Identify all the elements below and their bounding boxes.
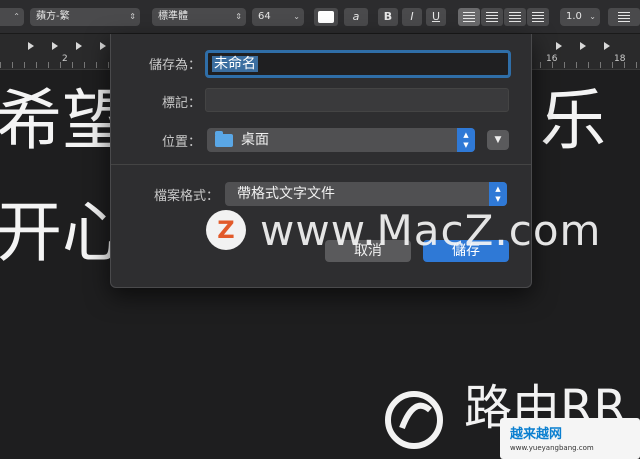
chevron-down-icon: ⌄ xyxy=(293,12,300,21)
location-select[interactable]: 桌面 ▲ ▼ xyxy=(207,128,475,152)
folder-icon xyxy=(215,131,233,147)
tab-stop-marker[interactable] xyxy=(28,42,34,50)
filename-field[interactable]: 未命名 xyxy=(205,50,511,78)
divider xyxy=(111,164,531,165)
site-badge-url: www.yueyangbang.com xyxy=(510,444,594,452)
text-highlight-icon: a xyxy=(352,10,360,23)
macz-logo-letter: Z xyxy=(217,216,235,244)
text-color-well[interactable] xyxy=(314,8,338,26)
location-value: 桌面 xyxy=(241,132,269,148)
font-style-label: 標準體 xyxy=(158,11,188,22)
document-text-line1-right: 乐 xyxy=(540,82,606,159)
chevron-updown-icon: ▲ ▼ xyxy=(489,182,507,206)
expand-dialog-button[interactable]: ▼ xyxy=(487,130,509,150)
bold-button[interactable]: B xyxy=(378,8,398,26)
line-spacing-select[interactable]: 1.0 ⌄ xyxy=(560,8,600,26)
chevron-updown-icon: ▲ ▼ xyxy=(457,128,475,152)
tab-stop-marker[interactable] xyxy=(100,42,106,50)
chevron-down-icon: ⌃ xyxy=(13,12,20,21)
watermark-text: www.MacZ.com xyxy=(260,206,602,255)
tab-stop-marker[interactable] xyxy=(52,42,58,50)
line-spacing-value: 1.0 xyxy=(566,11,582,22)
site-badge: 越来越网 www.yueyangbang.com xyxy=(500,418,640,459)
macz-logo: Z xyxy=(206,210,246,250)
align-left-icon xyxy=(463,12,475,22)
color-swatch xyxy=(318,11,334,23)
file-format-select[interactable]: 帶格式文字文件 ▲ ▼ xyxy=(225,182,507,206)
align-right-button[interactable] xyxy=(504,8,526,26)
save-as-label: 儲存為： xyxy=(148,58,201,73)
chevron-updown-icon: ⇕ xyxy=(235,12,242,21)
file-format-value: 帶格式文字文件 xyxy=(237,186,335,202)
align-left-button[interactable] xyxy=(458,8,480,26)
tab-stop-marker[interactable] xyxy=(76,42,82,50)
justify-button[interactable] xyxy=(527,8,549,26)
align-right-icon xyxy=(509,12,521,22)
tags-field[interactable] xyxy=(205,88,509,112)
font-family-select[interactable]: 蘋方-繁 ⇕ xyxy=(30,8,140,26)
justify-icon xyxy=(532,12,544,22)
font-size-combo[interactable]: 64 ⌄ xyxy=(252,8,304,26)
chevron-down-icon: ▼ xyxy=(494,135,502,145)
chevron-down-icon: ⌄ xyxy=(589,12,596,21)
location-label: 位置： xyxy=(161,135,201,150)
align-center-icon xyxy=(486,12,498,22)
tab-stop-marker[interactable] xyxy=(556,42,562,50)
list-style-button[interactable] xyxy=(608,8,640,26)
paragraph-style-select[interactable]: ⌃ xyxy=(0,8,24,26)
font-size-value: 64 xyxy=(258,11,271,22)
font-family-label: 蘋方-繁 xyxy=(36,11,70,22)
document-text-line1-left: 希望 xyxy=(0,82,128,159)
format-toolbar: ⌃ 蘋方-繁 ⇕ 標準體 ⇕ 64 ⌄ a B I U 1.0 ⌄ xyxy=(0,0,640,34)
list-icon xyxy=(618,12,630,22)
site-badge-title: 越来越网 xyxy=(510,427,563,442)
format-label: 檔案格式： xyxy=(153,189,219,204)
align-center-button[interactable] xyxy=(481,8,503,26)
filename-value: 未命名 xyxy=(212,56,258,72)
tags-label: 標記： xyxy=(161,96,201,111)
tab-stop-marker[interactable] xyxy=(604,42,610,50)
underline-button[interactable]: U xyxy=(426,8,446,26)
font-style-select[interactable]: 標準體 ⇕ xyxy=(152,8,246,26)
italic-button[interactable]: I xyxy=(402,8,422,26)
highlight-color-button[interactable]: a xyxy=(344,8,368,26)
chevron-updown-icon: ⇕ xyxy=(129,12,136,21)
document-text-line2-left: 开心 xyxy=(0,194,128,271)
tab-stop-marker[interactable] xyxy=(580,42,586,50)
